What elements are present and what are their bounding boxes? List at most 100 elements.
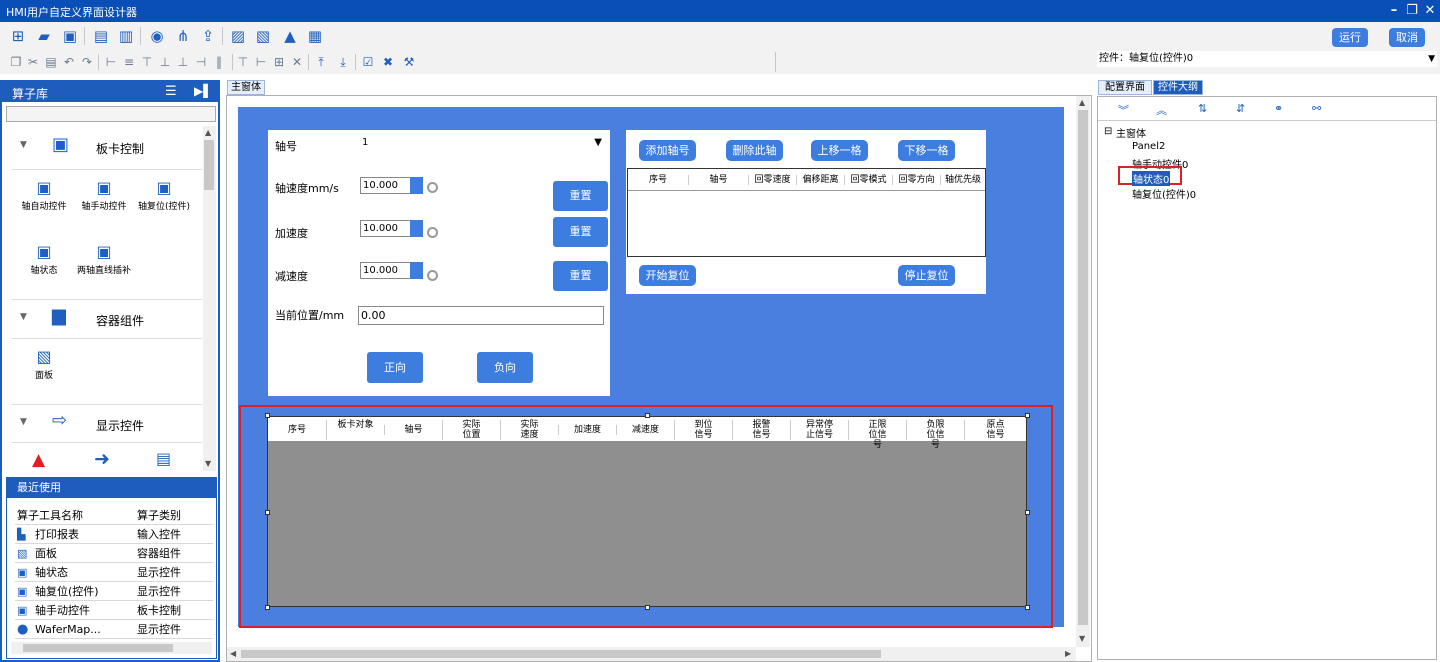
align-top-icon[interactable]: ⊤ (140, 55, 154, 69)
same-width-icon[interactable]: ⊢ (254, 55, 268, 69)
axis-control-panel[interactable]: 轴号 1 ▼ 轴速度mm/s 10.000 重置 加速度 10.000 重置 减… (268, 130, 610, 396)
align-bottom-icon[interactable]: ⊥ (176, 55, 190, 69)
tool-axis-reset[interactable]: ▣ 轴复位(控件) (136, 178, 192, 212)
open-folder-icon[interactable]: ▰ (35, 27, 53, 45)
homing-table[interactable]: 序号 轴号 回零速度 偏移距离 回零模式 回零方向 轴优先级 (627, 168, 986, 257)
recent-row[interactable]: ▙ 打印报表 输入控件 (15, 525, 213, 544)
sort-down-icon[interactable]: ⇵ (1236, 102, 1245, 115)
recent-row[interactable]: ▣ 轴手动控件 板卡控制 (15, 601, 213, 620)
expand-all-icon[interactable]: ︾ (1118, 102, 1129, 118)
resize-handle[interactable] (265, 413, 270, 418)
share-icon[interactable]: ⋔ (174, 27, 192, 45)
start-homing-button[interactable]: 开始复位 (639, 265, 696, 286)
tool-axis-status[interactable]: ▣ 轴状态 (16, 242, 72, 276)
category-board-control[interactable]: ▼ ▣ 板卡控制 (12, 132, 202, 162)
cut-icon[interactable]: ✂ (26, 55, 40, 69)
tool-axis-auto[interactable]: ▣ 轴自动控件 (16, 178, 72, 212)
move-up-button[interactable]: 上移一格 (811, 140, 868, 161)
reset-accel-button[interactable]: 重置 (553, 217, 608, 247)
paste-icon[interactable]: ▤ (44, 55, 58, 69)
delete-axis-button[interactable]: 删除此轴 (726, 140, 783, 161)
tree-item-axis-reset[interactable]: 轴复位(控件)0 (1132, 186, 1196, 201)
document-search-icon[interactable]: ▤ (156, 449, 171, 468)
category-container[interactable]: ▼ ▆ 容器组件 (12, 304, 202, 334)
control-selector[interactable]: 控件：轴复位(控件)0 ▼ (1097, 51, 1437, 67)
collapse-panel-icon[interactable]: ▶▌ (194, 84, 212, 98)
align-center-icon[interactable]: ≡ (122, 55, 136, 69)
tab-config[interactable]: 配置界面 (1098, 80, 1152, 95)
list-menu-icon[interactable]: ☰ (165, 84, 177, 99)
stop-homing-button[interactable]: 停止复位 (898, 265, 955, 286)
same-size-icon[interactable]: ⊞ (272, 55, 286, 69)
axis-select[interactable]: 1 ▼ (360, 136, 606, 152)
delete-icon[interactable]: ✖ (381, 55, 395, 69)
collapse-arrow-icon[interactable]: ▼ (20, 417, 27, 427)
canvas-vscrollbar[interactable]: ▲ ▼ (1076, 96, 1090, 647)
layout-icon[interactable]: ▦ (306, 27, 324, 45)
undo-icon[interactable]: ↶ (62, 55, 76, 69)
library-scrollbar[interactable]: ▲ ▼ (203, 126, 216, 471)
accel-radio[interactable] (427, 227, 438, 238)
reset-decel-button[interactable]: 重置 (553, 261, 608, 291)
resize-handle[interactable] (645, 605, 650, 610)
tab-main-window[interactable]: 主窗体 (227, 80, 265, 95)
minimize-icon[interactable]: – (1386, 3, 1402, 19)
collapse-arrow-icon[interactable]: ▼ (20, 312, 27, 322)
forward-button[interactable]: 正向 (367, 352, 423, 383)
move-down-button[interactable]: 下移一格 (898, 140, 955, 161)
unlink-icon[interactable]: ⚯ (1312, 102, 1321, 115)
same-height-icon[interactable]: ⊤ (236, 55, 250, 69)
alarm-light-icon[interactable]: ▲ (32, 450, 45, 470)
decel-stepper[interactable] (410, 262, 423, 279)
resize-handle[interactable] (645, 413, 650, 418)
decel-input[interactable]: 10.000 (360, 262, 412, 279)
bring-front-icon[interactable]: ⤒ (314, 55, 328, 69)
resize-handle[interactable] (265, 510, 270, 515)
run-button[interactable]: 运行 (1332, 28, 1368, 47)
close-icon[interactable]: ✕ (1422, 3, 1438, 19)
toolbox-icon[interactable]: ▤ (92, 27, 110, 45)
reset-speed-button[interactable]: 重置 (553, 181, 608, 211)
tool-two-axis-linear[interactable]: ▣ 两轴直线插补 (76, 242, 132, 276)
recent-row[interactable]: ▣ 轴复位(控件) 显示控件 (15, 582, 213, 601)
tree-item-panel2[interactable]: Panel2 (1132, 141, 1165, 152)
resize-handle[interactable] (1025, 605, 1030, 610)
warning-icon[interactable]: ▲ (281, 27, 299, 45)
homing-panel[interactable]: 添加轴号 删除此轴 上移一格 下移一格 序号 轴号 回零速度 偏移距离 回零模式… (626, 130, 986, 294)
tree-root-toggle[interactable]: ⊟ (1104, 126, 1112, 137)
restore-icon[interactable]: ❐ (1404, 3, 1420, 19)
check-icon[interactable]: ☑ (361, 55, 375, 69)
recent-row[interactable]: ▣ 轴状态 显示控件 (15, 563, 213, 582)
axis-status-table[interactable]: 序号 板卡对象 轴号 实际位置 实际速度 加速度 减速度 到位信号 报警信号 异… (267, 416, 1027, 607)
image-icon[interactable]: ▨ (229, 27, 247, 45)
resize-handle[interactable] (1025, 413, 1030, 418)
library-search-input[interactable] (6, 106, 216, 122)
speed-radio[interactable] (427, 182, 438, 193)
new-file-icon[interactable]: ⊞ (9, 27, 27, 45)
copy-icon[interactable]: ❐ (9, 55, 23, 69)
resize-handle[interactable] (265, 605, 270, 610)
reverse-button[interactable]: 负向 (477, 352, 533, 383)
speed-stepper[interactable] (410, 177, 423, 194)
collapse-all-icon[interactable]: ︽ (1156, 102, 1167, 118)
align-left-icon[interactable]: ⊢ (104, 55, 118, 69)
tree-item-axis-status[interactable]: 轴状态0 (1132, 171, 1171, 186)
tool-panel[interactable]: ▧ 面板 (16, 347, 72, 381)
accel-stepper[interactable] (410, 220, 423, 237)
recent-row[interactable]: ● WaferMap... 显示控件 (15, 620, 213, 639)
add-axis-button[interactable]: 添加轴号 (639, 140, 696, 161)
image-settings-icon[interactable]: ▧ (254, 27, 272, 45)
category-display[interactable]: ▼ ⇨ 显示控件 (12, 409, 202, 439)
link-icon[interactable]: ⚭ (1274, 102, 1283, 115)
arrow-right-icon[interactable]: ➜ (94, 448, 110, 470)
tree-root[interactable]: 主窗体 (1116, 125, 1146, 140)
tool-axis-manual[interactable]: ▣ 轴手动控件 (76, 178, 132, 212)
export-icon[interactable]: ▥ (117, 27, 135, 45)
tool-icon[interactable]: ⚒ (402, 55, 416, 69)
align-right-icon[interactable]: ⊣ (194, 55, 208, 69)
position-input[interactable]: 0.00 (358, 306, 604, 325)
speed-input[interactable]: 10.000 (360, 177, 412, 194)
recent-hscrollbar[interactable] (11, 642, 212, 654)
send-back-icon[interactable]: ⤓ (336, 55, 350, 69)
align-middle-icon[interactable]: ⊥ (158, 55, 172, 69)
